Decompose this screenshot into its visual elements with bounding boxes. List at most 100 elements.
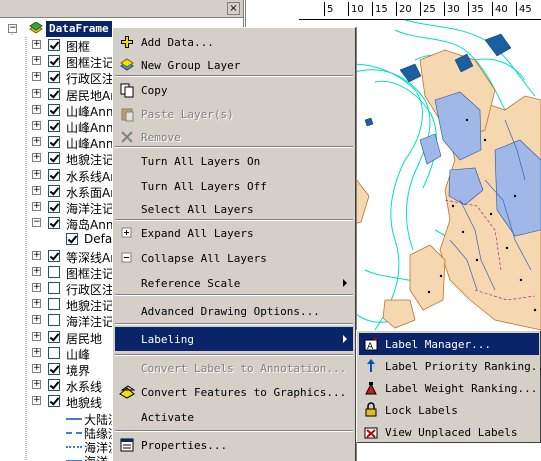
labeling-submenu: A Label Manager... Label Priority Ranking.… [356,330,541,443]
collapse-icon [121,252,132,263]
menu-item-label: Copy [141,84,168,97]
expand-toggle[interactable]: + [32,169,41,179]
menu-item-expand-all-layers[interactable]: Expand All Layers [115,221,353,245]
layer-visibility-checkbox[interactable] [48,87,60,100]
expand-toggle[interactable]: − [32,218,41,228]
menu-item-select-all-layers[interactable]: Select All Layers [115,197,353,221]
layer-visibility-checkbox[interactable] [48,103,60,116]
menu-separator [115,430,353,432]
expand-toggle[interactable]: + [32,299,41,309]
close-icon[interactable]: × [227,2,240,15]
layer-visibility-checkbox[interactable] [48,298,60,311]
submenu-item-label: Label Manager... [385,338,491,351]
menu-item-collapse-all-layers[interactable]: Collapse All Layers [115,246,353,270]
menu-item-label: Collapse All Layers [141,252,267,265]
menu-item-turn-all-layers-on[interactable]: Turn All Layers On [115,149,353,173]
layer-visibility-checkbox[interactable] [48,395,60,408]
layer-visibility-checkbox[interactable] [48,363,60,375]
properties-icon [120,438,134,452]
legend-symbol [66,417,82,420]
menu-item-label: Remove [141,131,181,144]
expand-toggle[interactable]: + [32,347,41,357]
submenu-item-label-priority-ranking[interactable]: Label Priority Ranking... [359,355,541,377]
submenu-item-lock-labels[interactable]: Lock Labels [359,399,539,421]
menu-item-label: Convert Features to Graphics... [141,386,347,399]
menu-item-turn-all-layers-off[interactable]: Turn All Layers Off [115,174,353,198]
svg-text:A: A [367,342,374,352]
menu-item-label: Select All Layers [141,203,254,216]
expand-toggle[interactable]: + [32,88,41,98]
layer-visibility-checkbox[interactable] [48,282,60,294]
dataframe-label[interactable]: DataFrame [46,21,112,37]
layer-visibility-checkbox[interactable] [48,379,60,392]
toc-title-bar: × [0,0,243,18]
expand-toggle[interactable]: + [32,104,41,114]
menu-separator [115,323,353,325]
expand-toggle[interactable]: + [32,250,41,260]
menu-item-add-data[interactable]: Add Data... [115,30,353,54]
menu-item-convert-features-to-graphics[interactable]: Convert Features to Graphics... [115,380,353,404]
menu-item-new-group-layer[interactable]: New Group Layer [115,53,353,77]
menu-item-advanced-drawing-options[interactable]: Advanced Drawing Options... [115,299,353,323]
expand-toggle[interactable]: + [32,72,41,82]
legend-symbol [66,431,82,434]
menu-separator [115,354,353,356]
expand-toggle[interactable]: + [32,56,41,66]
expand-toggle[interactable]: + [32,331,41,341]
menu-item-labeling[interactable]: Labeling [115,327,353,351]
group-layer-icon [120,58,134,71]
expand-toggle[interactable]: + [32,121,41,130]
convert-features-icon [119,385,135,399]
submenu-item-label-manager[interactable]: A Label Manager... [359,333,539,355]
layer-visibility-checkbox[interactable] [48,71,60,84]
expand-toggle[interactable]: + [32,283,41,292]
submenu-item-view-unplaced-labels[interactable]: View Unplaced Labels [359,421,539,443]
expand-toggle[interactable]: + [32,315,41,325]
layer-visibility-checkbox[interactable] [48,55,60,68]
expand-toggle[interactable]: + [32,185,41,195]
expand-toggle[interactable]: + [32,380,41,390]
expand-toggle[interactable]: + [32,364,41,373]
weight-ranking-icon [365,382,377,395]
menu-item-label: Reference Scale [141,277,241,290]
submenu-item-label-weight-ranking[interactable]: Label Weight Ranking... [359,377,539,399]
layer-visibility-checkbox[interactable] [48,168,60,181]
expand-toggle[interactable]: + [32,137,41,147]
layer-visibility-checkbox[interactable] [48,265,60,278]
layer-visibility-checkbox[interactable] [48,249,60,262]
layer-visibility-checkbox[interactable] [48,314,60,327]
menu-item-reference-scale[interactable]: Reference Scale [115,271,353,295]
lock-labels-icon [365,402,377,417]
submenu-item-label: Lock Labels [385,404,458,417]
menu-item-properties[interactable]: Properties... [115,433,353,457]
expand-toggle[interactable]: + [32,40,41,49]
layer-visibility-checkbox[interactable] [48,346,60,359]
legend-symbol [66,445,82,448]
menu-item-copy[interactable]: Copy [115,78,353,102]
layer-visibility-checkbox[interactable] [48,184,60,197]
layer-visibility-checkbox[interactable] [48,120,60,132]
paste-icon [121,108,134,122]
menu-separator [115,75,353,77]
menu-item-convert-labels-to-annotation[interactable]: Convert Labels to Annotation... [115,356,353,380]
menu-item-activate[interactable]: Activate [115,405,353,429]
layer-visibility-checkbox[interactable] [48,136,60,149]
layer-visibility-checkbox[interactable] [48,39,60,51]
expand-toggle[interactable]: + [32,202,41,211]
expand-toggle[interactable]: + [32,153,41,163]
menu-item-label: Expand All Layers [141,227,254,240]
layer-visibility-checkbox[interactable] [48,330,60,343]
expand-toggle[interactable]: + [32,396,41,406]
menu-separator [115,146,353,148]
priority-ranking-icon [367,359,375,372]
layer-visibility-checkbox[interactable] [48,217,60,230]
expand-toggle[interactable]: + [32,266,41,276]
add-data-icon [121,36,133,48]
layer-visibility-checkbox[interactable] [48,201,60,213]
layer-visibility-checkbox[interactable] [66,233,78,246]
menu-item-label: Advanced Drawing Options... [141,305,320,318]
collapse-toggle[interactable]: − [8,24,17,33]
layer-visibility-checkbox[interactable] [48,152,60,165]
menu-item-paste-layer-s[interactable]: Paste Layer(s) [115,102,353,126]
expand-icon [121,227,132,238]
